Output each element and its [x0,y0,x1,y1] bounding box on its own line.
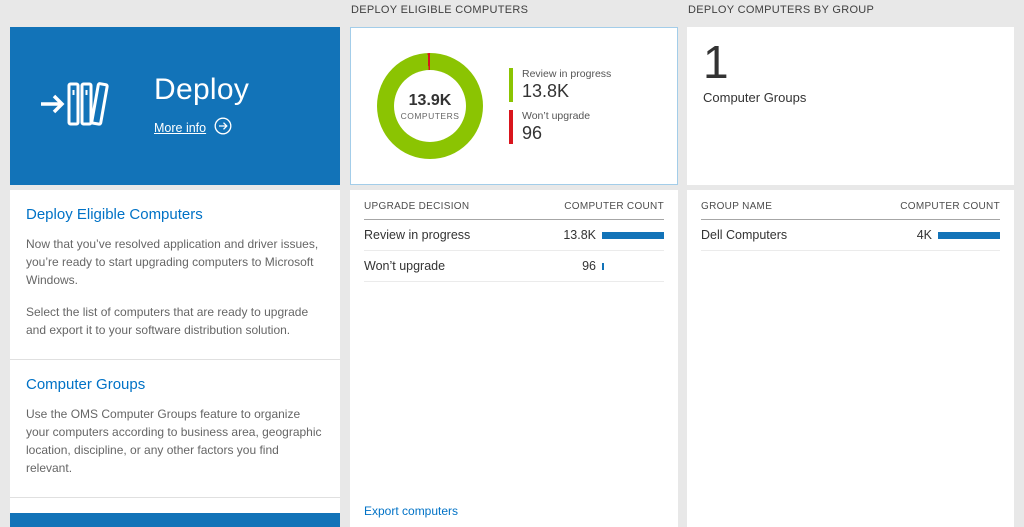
deploy-eligible-computers-column: DEPLOY ELIGIBLE COMPUTERS 13.9K COMPUTER… [350,0,678,527]
more-info-link[interactable]: More info [154,121,206,135]
column-header-computer-count: COMPUTER COUNT [900,201,1000,212]
column-header-group-name: GROUP NAME [701,201,772,212]
row-value: 4K [880,228,932,242]
export-computers-link[interactable]: Export computers [364,504,458,518]
right-column-header: DEPLOY COMPUTERS BY GROUP [688,4,874,16]
count-bar-track [602,232,664,239]
row-value: 96 [544,259,596,273]
upgrade-decision-table-panel: UPGRADE DECISION COMPUTER COUNT Review i… [350,190,678,527]
deploy-solution-tile[interactable]: Deploy More info [10,27,340,185]
deploy-computers-by-group-column: DEPLOY COMPUTERS BY GROUP 1 Computer Gro… [687,0,1014,527]
row-label: Dell Computers [701,228,880,242]
computer-groups-count: 1 [703,37,998,88]
column-header-upgrade-decision: UPGRADE DECISION [364,201,469,212]
donut-center: 13.9K COMPUTERS [394,70,466,142]
computer-groups-count-label: Computer Groups [703,90,998,105]
legend-value: 13.8K [522,81,611,102]
column-header-computer-count: COMPUTER COUNT [564,201,664,212]
table-header: UPGRADE DECISION COMPUTER COUNT [364,190,664,220]
legend-value: 96 [522,123,611,144]
row-label: Won’t upgrade [364,259,544,273]
section-divider [10,497,340,498]
section-heading-computer-groups: Computer Groups [26,376,324,393]
computer-groups-count-tile[interactable]: 1 Computer Groups [687,27,1014,185]
section-heading-deploy-eligible: Deploy Eligible Computers [26,206,324,223]
tile-footer-bar [10,513,340,527]
deploy-tile-title: Deploy [154,73,249,107]
table-row[interactable]: Review in progress 13.8K [364,220,664,251]
middle-column-header: DEPLOY ELIGIBLE COMPUTERS [351,4,528,16]
computers-donut-chart: 13.9K COMPUTERS [377,53,483,159]
description-text: Now that you’ve resolved application and… [26,235,324,289]
eligible-computers-donut-tile[interactable]: 13.9K COMPUTERS Review in progress 13.8K… [350,27,678,185]
count-bar-track [602,263,664,270]
legend-label: Review in progress [522,68,611,80]
legend-item-wont-upgrade: Won’t upgrade 96 [509,110,611,144]
description-text: Use the OMS Computer Groups feature to o… [26,405,324,477]
count-bar [602,263,604,270]
donut-center-label: COMPUTERS [401,111,460,121]
computer-groups-section: Computer Groups Use the OMS Computer Gro… [10,360,340,497]
deploy-solution-column: Deploy More info Deploy Eligible Compute… [10,0,340,527]
deploy-eligible-computers-section: Deploy Eligible Computers Now that you’v… [10,190,340,359]
donut-center-value: 13.9K [409,92,452,110]
row-label: Review in progress [364,228,544,242]
table-header: GROUP NAME COMPUTER COUNT [701,190,1000,220]
donut-legend: Review in progress 13.8K Won’t upgrade 9… [509,60,611,152]
group-table-panel: GROUP NAME COMPUTER COUNT Dell Computers… [687,190,1014,527]
count-bar [938,232,1000,239]
table-row[interactable]: Won’t upgrade 96 [364,251,664,282]
deploy-description-panel: Deploy Eligible Computers Now that you’v… [10,190,340,513]
count-bar-track [938,232,1000,239]
deploy-books-icon [38,77,110,136]
row-value: 13.8K [544,228,596,242]
arrow-circle-icon[interactable] [214,117,232,140]
description-text: Select the list of computers that are re… [26,303,324,339]
table-row[interactable]: Dell Computers 4K [701,220,1000,251]
legend-item-review-in-progress: Review in progress 13.8K [509,68,611,102]
count-bar [602,232,664,239]
legend-label: Won’t upgrade [522,110,611,122]
